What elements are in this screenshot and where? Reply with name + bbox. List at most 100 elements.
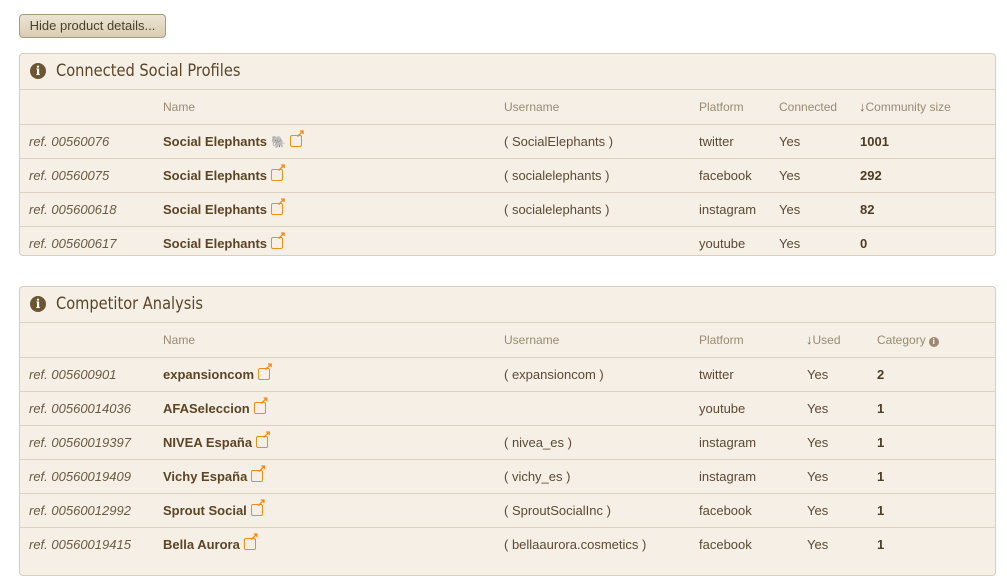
connected-status: Yes xyxy=(779,202,801,217)
used-status: Yes xyxy=(807,503,829,518)
column-header-connected[interactable]: Connected xyxy=(779,90,837,124)
username: ( expansioncom ) xyxy=(504,367,604,382)
table-row: ref. 00560012992 Sprout Social ( SproutSoc… xyxy=(20,494,995,528)
table-row: ref. 00560019409 Vichy España ( vichy_es )… xyxy=(20,460,995,494)
external-link-icon[interactable] xyxy=(258,362,273,380)
info-icon: i xyxy=(30,63,46,79)
column-header-name[interactable]: Name xyxy=(163,323,195,357)
connected-status: Yes xyxy=(779,236,801,251)
reference-id: ref. 00560019397 xyxy=(29,435,131,450)
profile-name[interactable]: expansioncom xyxy=(163,367,254,382)
panel-header: i Competitor Analysis xyxy=(20,287,995,323)
column-header-platform[interactable]: Platform xyxy=(699,90,744,124)
profile-name[interactable]: Sprout Social xyxy=(163,503,247,518)
platform: instagram xyxy=(699,435,757,450)
used-status: Yes xyxy=(807,367,829,382)
external-link-icon[interactable] xyxy=(271,163,286,181)
table-row: ref. 005600901 expansioncom ( expansioncom… xyxy=(20,358,995,392)
platform: facebook xyxy=(699,168,752,183)
profile-name-link[interactable]: expansioncom xyxy=(163,358,273,391)
column-header-username[interactable]: Username xyxy=(504,323,559,357)
table-header-row: Name Username Platform ↓Used Category i xyxy=(20,323,995,358)
platform: twitter xyxy=(699,367,734,382)
category-value: 1 xyxy=(877,435,885,450)
category-value: 1 xyxy=(877,469,885,484)
reference-id: ref. 00560014036 xyxy=(29,401,131,416)
reference-id: ref. 00560012992 xyxy=(29,503,131,518)
reference-id: ref. 005600901 xyxy=(29,367,117,382)
profile-name-link[interactable]: Social Elephants 🐘 xyxy=(163,125,305,159)
info-icon[interactable]: i xyxy=(928,337,939,347)
table-row: ref. 00560076 Social Elephants 🐘 ( SocialEl… xyxy=(20,125,995,159)
external-link-icon[interactable] xyxy=(271,197,286,215)
reference-id: ref. 00560019409 xyxy=(29,469,131,484)
column-header-username[interactable]: Username xyxy=(504,90,559,124)
column-header-name[interactable]: Name xyxy=(163,90,195,124)
column-header-label: Community size xyxy=(865,100,951,114)
platform: twitter xyxy=(699,134,734,149)
profile-name[interactable]: Social Elephants xyxy=(163,236,267,251)
profile-name-link[interactable]: Social Elephants xyxy=(163,227,286,255)
profile-name[interactable]: Vichy España xyxy=(163,469,247,484)
profile-name[interactable]: NIVEA España xyxy=(163,435,252,450)
profile-name-link[interactable]: Social Elephants xyxy=(163,193,286,226)
profile-name-link[interactable]: Social Elephants xyxy=(163,159,286,192)
reference-id: ref. 00560076 xyxy=(29,134,110,149)
column-header-label: Used xyxy=(812,333,841,347)
column-header-used[interactable]: ↓Used xyxy=(806,323,841,357)
elephant-emoji: 🐘 xyxy=(271,135,286,149)
external-link-icon[interactable] xyxy=(243,532,259,550)
external-link-icon[interactable] xyxy=(256,430,271,448)
table-header-row: Name Username Platform Connected ↓Commun… xyxy=(20,90,995,125)
username: ( bellaaurora.cosmetics ) xyxy=(504,537,647,552)
external-link-icon[interactable] xyxy=(251,464,266,482)
category-value: 1 xyxy=(877,401,885,416)
panel-header: i Connected Social Profiles xyxy=(20,54,995,90)
username: ( socialelephants ) xyxy=(504,202,610,217)
community-size: 1001 xyxy=(860,134,889,149)
community-size: 292 xyxy=(860,168,882,183)
profile-name[interactable]: Social Elephants xyxy=(163,134,267,149)
connected-social-profiles-panel: i Connected Social Profiles Name Usernam… xyxy=(19,53,996,256)
external-link-icon[interactable] xyxy=(250,498,266,516)
column-header-label: Category xyxy=(877,333,926,347)
profile-name[interactable]: AFASeleccion xyxy=(163,401,250,416)
external-link-icon[interactable] xyxy=(290,129,305,147)
profile-name[interactable]: Social Elephants xyxy=(163,202,267,217)
external-link-icon[interactable] xyxy=(271,231,286,249)
category-value: 1 xyxy=(877,537,885,552)
column-header-community-size[interactable]: ↓Community size xyxy=(859,90,951,124)
profile-name[interactable]: Social Elephants xyxy=(163,168,267,183)
used-status: Yes xyxy=(807,401,829,416)
external-link-icon[interactable] xyxy=(253,396,269,414)
username: ( vichy_es ) xyxy=(504,469,571,484)
table-row: ref. 00560014036 AFASeleccion youtube Yes 1 xyxy=(20,392,995,426)
platform: facebook xyxy=(699,503,752,518)
hide-product-details-button[interactable]: Hide product details... xyxy=(19,14,166,38)
category-value: 2 xyxy=(877,367,885,382)
platform: youtube xyxy=(699,401,746,416)
competitor-analysis-panel: i Competitor Analysis Name Username Plat… xyxy=(19,286,996,576)
column-header-platform[interactable]: Platform xyxy=(699,323,744,357)
table-row: ref. 00560019415 Bella Aurora ( bellaauror… xyxy=(20,528,995,561)
info-icon: i xyxy=(30,296,46,312)
profile-name-link[interactable]: Bella Aurora xyxy=(163,528,259,561)
profile-name-link[interactable]: NIVEA España xyxy=(163,426,271,459)
connected-status: Yes xyxy=(779,168,801,183)
username: ( SocialElephants ) xyxy=(504,134,614,149)
username: ( socialelephants ) xyxy=(504,168,610,183)
reference-id: ref. 00560075 xyxy=(29,168,110,183)
profile-name-link[interactable]: Vichy España xyxy=(163,460,266,493)
username: ( nivea_es ) xyxy=(504,435,572,450)
platform: facebook xyxy=(699,537,752,552)
profile-name[interactable]: Bella Aurora xyxy=(163,537,240,552)
panel-title: Connected Social Profiles xyxy=(56,61,241,81)
table-row: ref. 00560075 Social Elephants ( socialele… xyxy=(20,159,995,193)
column-header-category[interactable]: Category i xyxy=(877,323,939,357)
platform: instagram xyxy=(699,202,757,217)
table-row: ref. 00560019397 NIVEA España ( nivea_es )… xyxy=(20,426,995,460)
used-status: Yes xyxy=(807,435,829,450)
connected-status: Yes xyxy=(779,134,801,149)
profile-name-link[interactable]: AFASeleccion xyxy=(163,392,269,425)
profile-name-link[interactable]: Sprout Social xyxy=(163,494,266,527)
